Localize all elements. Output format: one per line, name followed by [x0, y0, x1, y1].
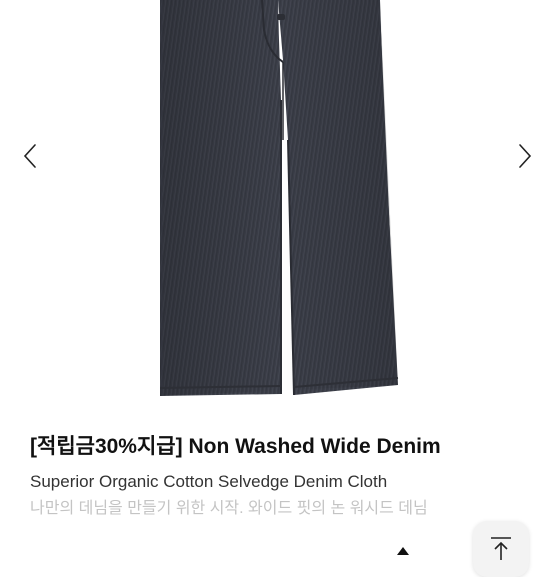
chevron-right-icon: [519, 144, 532, 168]
scroll-to-top-button[interactable]: [473, 521, 529, 577]
previous-image-button[interactable]: [12, 138, 48, 174]
up-triangle-icon[interactable]: [396, 546, 410, 555]
product-info: [적립금30%지급] Non Washed Wide Denim Superio…: [30, 432, 525, 520]
product-image-gallery[interactable]: [0, 0, 555, 410]
arrow-to-top-icon: [491, 537, 511, 560]
product-title: [적립금30%지급] Non Washed Wide Denim: [30, 435, 441, 458]
product-subtitle: Superior Organic Cotton Selvedge Denim C…: [30, 472, 388, 491]
chevron-left-icon: [23, 144, 36, 168]
product-description: 나만의 데님을 만들기 위한 시작. 와이드 핏의 논 워시드 데님: [30, 500, 428, 517]
product-image: [159, 0, 399, 396]
next-image-button[interactable]: [507, 138, 543, 174]
